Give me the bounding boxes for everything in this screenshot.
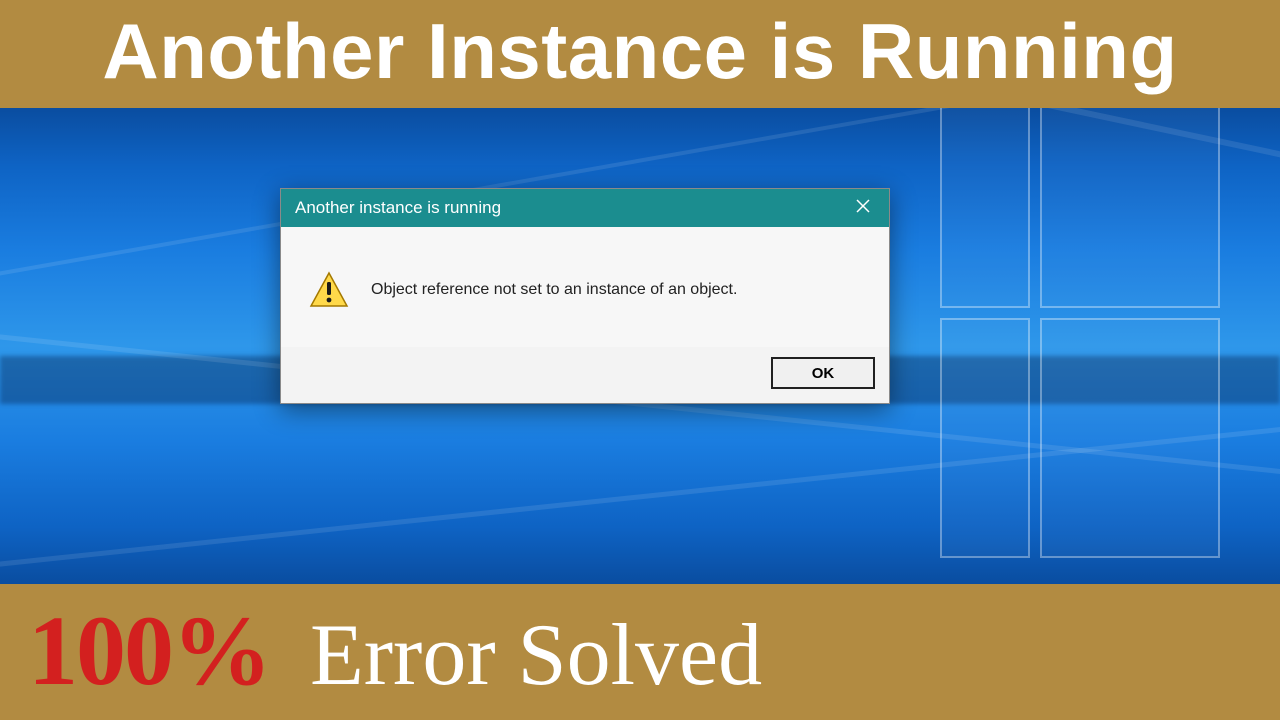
dialog-footer: OK bbox=[281, 347, 889, 403]
page-frame: Another Instance is Running Another inst… bbox=[0, 0, 1280, 720]
bottom-banner: 100% Error Solved bbox=[0, 584, 1280, 720]
close-icon bbox=[856, 198, 870, 218]
dialog-titlebar[interactable]: Another instance is running bbox=[281, 189, 889, 227]
dialog-message: Object reference not set to an instance … bbox=[371, 281, 737, 299]
close-button[interactable] bbox=[837, 189, 889, 227]
percent-text: 100% bbox=[28, 606, 270, 696]
top-banner: Another Instance is Running bbox=[0, 0, 1280, 108]
desktop-background: Another instance is running Object refer… bbox=[0, 108, 1280, 584]
window-pane bbox=[940, 318, 1030, 558]
window-pane bbox=[1040, 318, 1220, 558]
window-pane bbox=[940, 108, 1030, 308]
error-dialog: Another instance is running Object refer… bbox=[280, 188, 890, 404]
top-banner-text: Another Instance is Running bbox=[24, 12, 1256, 90]
window-pane bbox=[1040, 108, 1220, 308]
ok-button[interactable]: OK bbox=[771, 357, 875, 389]
warning-icon bbox=[309, 270, 349, 310]
error-solved-text: Error Solved bbox=[310, 616, 762, 695]
dialog-title: Another instance is running bbox=[295, 198, 501, 218]
dialog-body: Object reference not set to an instance … bbox=[281, 227, 889, 347]
